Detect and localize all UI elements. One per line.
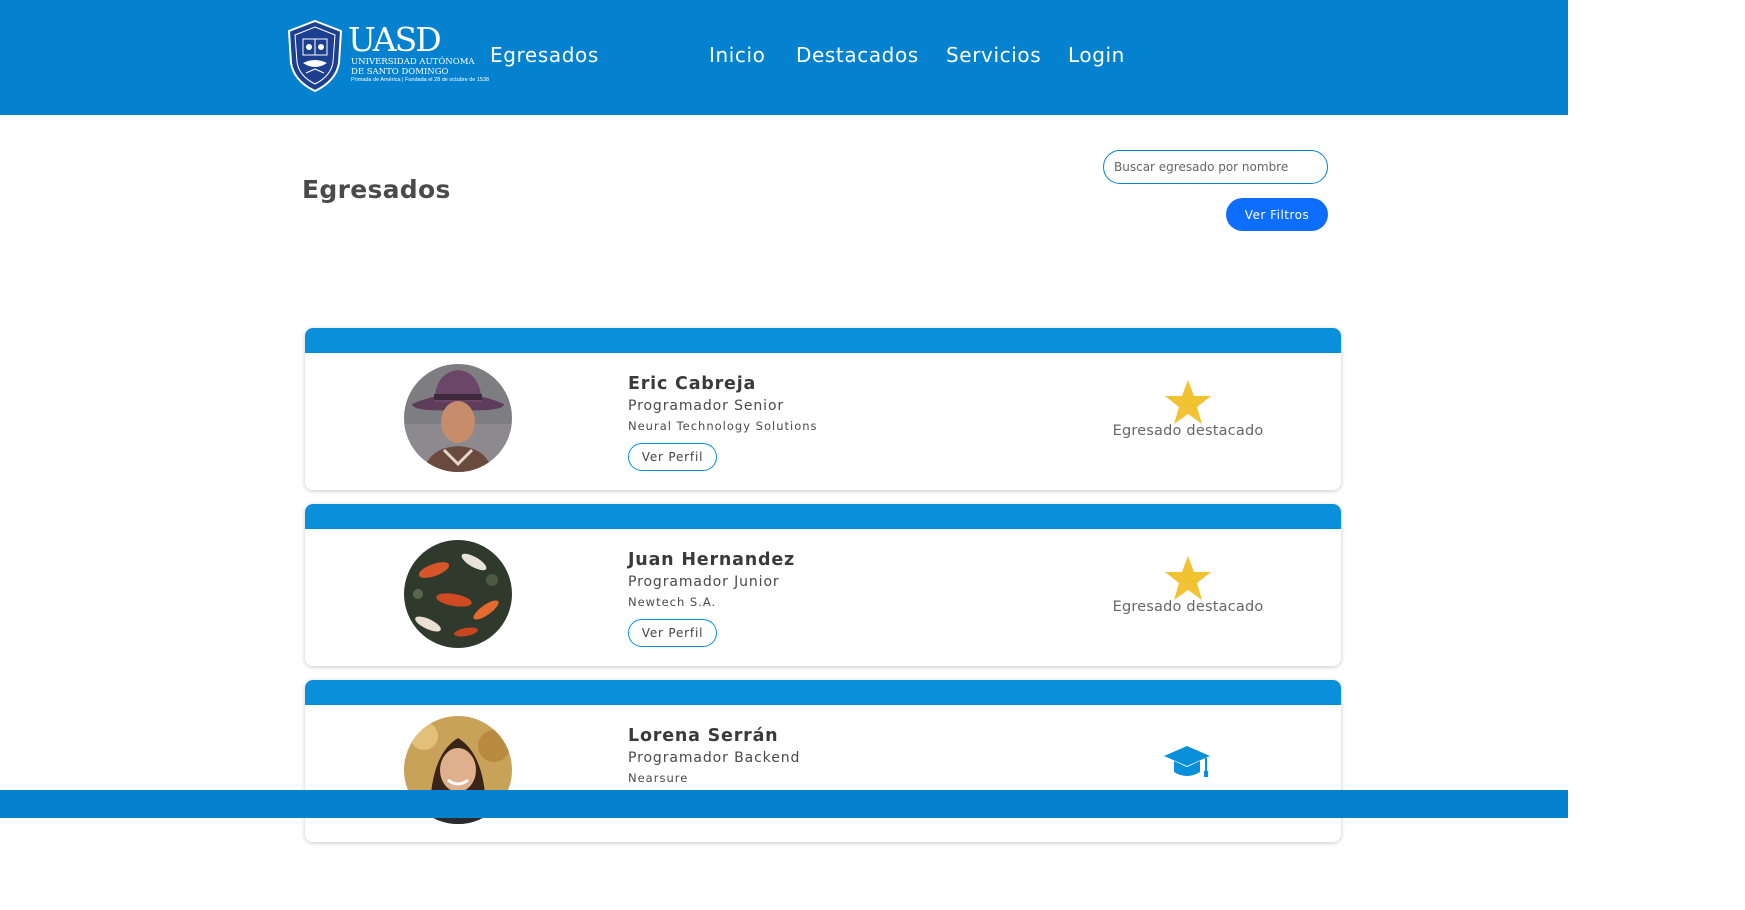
view-profile-button[interactable]: Ver Perfil xyxy=(628,619,717,647)
uasd-logo[interactable]: UASD UNIVERSIDAD AUTÓNOMA DE SANTO DOMIN… xyxy=(286,19,496,93)
graduate-role: Programador Backend xyxy=(628,750,801,766)
graduate-name: Lorena Serrán xyxy=(628,726,779,746)
filters-button[interactable]: Ver Filtros xyxy=(1226,198,1328,231)
graduate-company: Neural Technology Solutions xyxy=(628,419,818,433)
graduate-role: Programador Senior xyxy=(628,398,785,414)
search-input[interactable] xyxy=(1103,150,1328,184)
page-title: Egresados xyxy=(302,175,451,204)
graduate-company: Nearsure xyxy=(628,771,689,785)
card-header xyxy=(305,680,1341,705)
logo-wordmark: UASD xyxy=(348,20,442,59)
footer-bar xyxy=(0,790,1568,818)
nav-destacados[interactable]: Destacados xyxy=(796,43,919,67)
graduate-company: Newtech S.A. xyxy=(628,595,717,609)
logo-university-city: DE SANTO DOMINGO xyxy=(351,67,449,77)
card-header xyxy=(305,504,1341,529)
view-profile-button[interactable]: Ver Perfil xyxy=(628,443,717,471)
avatar xyxy=(404,540,512,648)
star-icon xyxy=(1165,380,1211,424)
nav-login[interactable]: Login xyxy=(1068,43,1125,67)
graduate-name: Juan Hernandez xyxy=(628,550,795,570)
university-seal-icon xyxy=(287,19,343,93)
badge-label: Egresado destacado xyxy=(1112,599,1264,615)
graduate-card: Eric Cabreja Programador Senior Neural T… xyxy=(305,328,1341,490)
graduate-name: Eric Cabreja xyxy=(628,374,757,394)
nav-inicio[interactable]: Inicio xyxy=(709,43,766,67)
graduate-card: Juan Hernandez Programador Junior Newtec… xyxy=(305,504,1341,666)
graduation-cap-icon xyxy=(1164,746,1210,777)
card-header xyxy=(305,328,1341,353)
top-navbar: UASD UNIVERSIDAD AUTÓNOMA DE SANTO DOMIN… xyxy=(0,0,1568,115)
nav-servicios[interactable]: Servicios xyxy=(946,43,1041,67)
avatar xyxy=(404,364,512,472)
brand-link[interactable]: Egresados xyxy=(490,43,599,67)
logo-university-name: UNIVERSIDAD AUTÓNOMA xyxy=(351,57,475,67)
star-icon xyxy=(1165,556,1211,600)
logo-tagline: Primada de América | Fundada el 28 de oc… xyxy=(351,77,490,83)
badge-label: Egresado destacado xyxy=(1112,423,1264,439)
graduate-role: Programador Junior xyxy=(628,574,780,590)
